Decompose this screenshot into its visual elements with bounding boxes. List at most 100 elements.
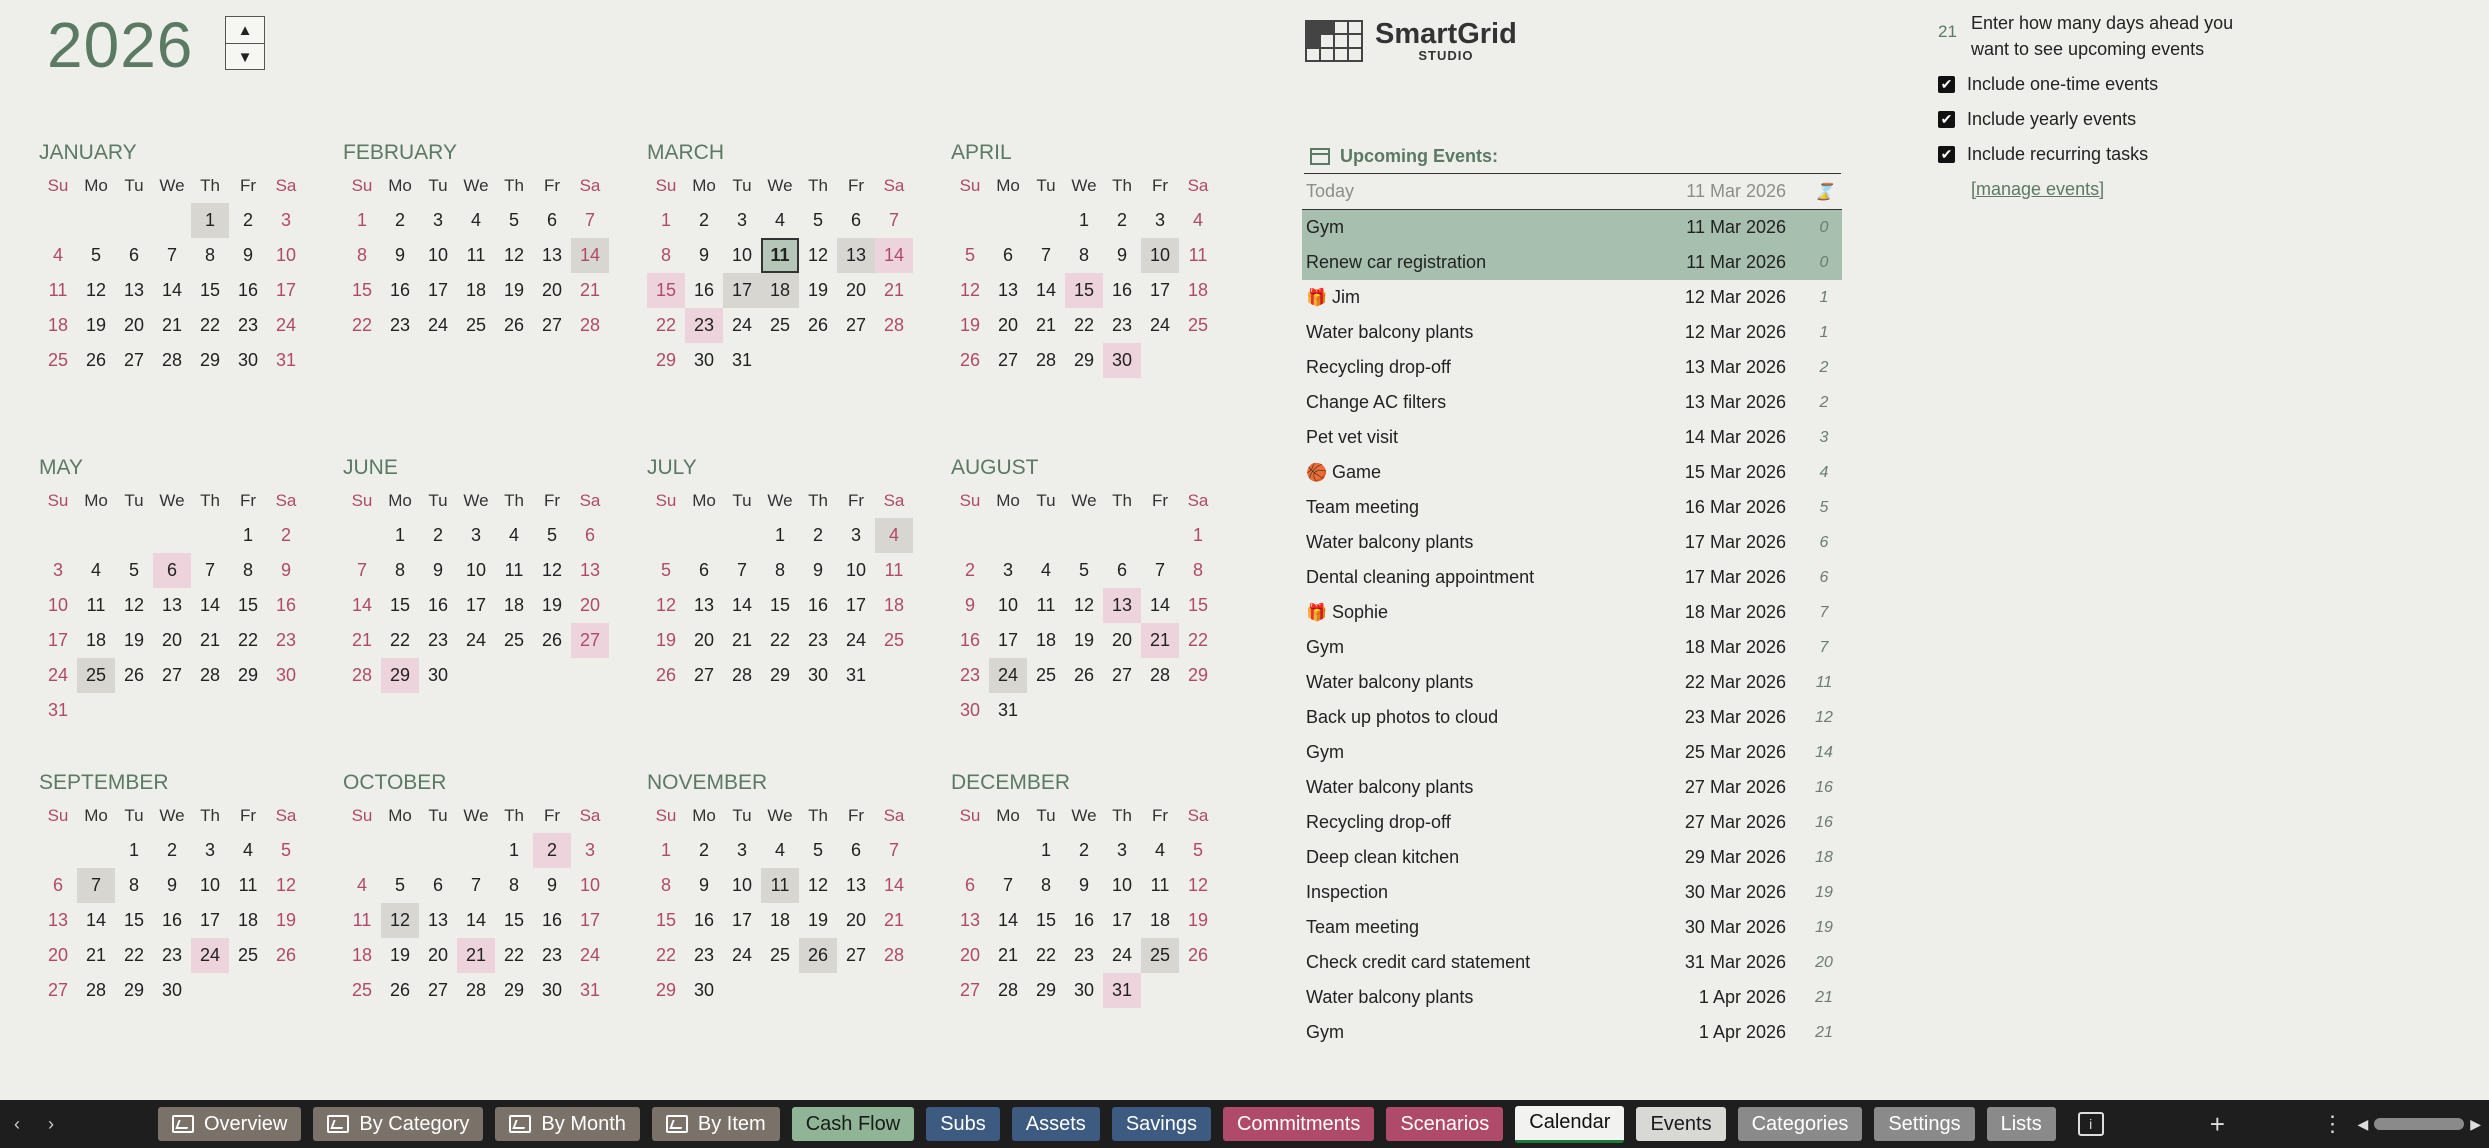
- day-cell[interactable]: 27: [153, 658, 191, 693]
- day-cell[interactable]: 20: [115, 308, 153, 343]
- event-row[interactable]: Dental cleaning appointment 17 Mar 2026 6: [1302, 560, 1842, 595]
- day-cell[interactable]: 13: [951, 903, 989, 938]
- day-cell[interactable]: 29: [647, 343, 685, 378]
- day-cell[interactable]: 11: [1141, 868, 1179, 903]
- day-cell[interactable]: 16: [951, 623, 989, 658]
- day-cell[interactable]: 9: [419, 553, 457, 588]
- day-cell[interactable]: 18: [229, 903, 267, 938]
- day-cell[interactable]: 22: [1027, 938, 1065, 973]
- event-row[interactable]: Back up photos to cloud 23 Mar 2026 12: [1302, 700, 1842, 735]
- day-cell[interactable]: 28: [77, 973, 115, 1008]
- day-cell[interactable]: 20: [571, 588, 609, 623]
- day-cell[interactable]: 9: [229, 238, 267, 273]
- day-cell[interactable]: 13: [115, 273, 153, 308]
- day-cell[interactable]: 20: [533, 273, 571, 308]
- day-cell[interactable]: 29: [191, 343, 229, 378]
- day-cell[interactable]: 20: [951, 938, 989, 973]
- tab-calendar[interactable]: Calendar: [1515, 1105, 1625, 1143]
- include-one-time-option[interactable]: ✔ Include one-time events: [1938, 74, 2158, 95]
- day-cell[interactable]: 18: [1027, 623, 1065, 658]
- day-cell[interactable]: 8: [229, 553, 267, 588]
- day-cell[interactable]: 25: [343, 973, 381, 1008]
- day-cell[interactable]: 21: [723, 623, 761, 658]
- day-cell[interactable]: 5: [267, 833, 305, 868]
- day-cell[interactable]: 7: [571, 203, 609, 238]
- day-cell[interactable]: 18: [1179, 273, 1217, 308]
- day-cell[interactable]: 5: [647, 553, 685, 588]
- day-cell[interactable]: 10: [571, 868, 609, 903]
- day-cell[interactable]: 27: [533, 308, 571, 343]
- day-cell[interactable]: 21: [1027, 308, 1065, 343]
- event-row[interactable]: Water balcony plants 27 Mar 2026 16: [1302, 770, 1842, 805]
- day-cell[interactable]: 3: [457, 518, 495, 553]
- day-cell[interactable]: 1: [495, 833, 533, 868]
- day-cell[interactable]: 23: [799, 623, 837, 658]
- day-cell[interactable]: 8: [343, 238, 381, 273]
- event-row[interactable]: Gym 25 Mar 2026 14: [1302, 735, 1842, 770]
- day-cell[interactable]: 22: [647, 938, 685, 973]
- day-cell[interactable]: 23: [267, 623, 305, 658]
- day-cell[interactable]: 26: [115, 658, 153, 693]
- day-cell[interactable]: 26: [1179, 938, 1217, 973]
- day-cell[interactable]: 20: [685, 623, 723, 658]
- day-cell[interactable]: 29: [1027, 973, 1065, 1008]
- day-cell[interactable]: 27: [571, 623, 609, 658]
- day-cell[interactable]: 27: [39, 973, 77, 1008]
- day-cell[interactable]: 8: [1065, 238, 1103, 273]
- day-cell[interactable]: 15: [495, 903, 533, 938]
- day-cell[interactable]: 16: [381, 273, 419, 308]
- day-cell[interactable]: 16: [799, 588, 837, 623]
- day-cell[interactable]: 1: [761, 518, 799, 553]
- day-cell[interactable]: 11: [39, 273, 77, 308]
- day-cell[interactable]: 7: [1141, 553, 1179, 588]
- day-cell[interactable]: 8: [191, 238, 229, 273]
- day-cell[interactable]: 15: [647, 273, 685, 308]
- day-cell[interactable]: 20: [39, 938, 77, 973]
- day-cell[interactable]: 19: [647, 623, 685, 658]
- day-cell[interactable]: 8: [647, 238, 685, 273]
- day-cell[interactable]: 9: [381, 238, 419, 273]
- day-cell[interactable]: 6: [39, 868, 77, 903]
- day-cell[interactable]: 25: [875, 623, 913, 658]
- day-cell[interactable]: 1: [647, 833, 685, 868]
- day-cell[interactable]: 2: [799, 518, 837, 553]
- day-cell[interactable]: 30: [685, 343, 723, 378]
- day-cell[interactable]: 17: [191, 903, 229, 938]
- day-cell[interactable]: 29: [1065, 343, 1103, 378]
- day-cell[interactable]: 11: [229, 868, 267, 903]
- day-cell[interactable]: 22: [1065, 308, 1103, 343]
- day-cell[interactable]: 15: [1027, 903, 1065, 938]
- day-cell[interactable]: 20: [989, 308, 1027, 343]
- day-cell[interactable]: 2: [229, 203, 267, 238]
- day-cell[interactable]: 19: [495, 273, 533, 308]
- day-cell[interactable]: 26: [647, 658, 685, 693]
- day-cell[interactable]: 19: [381, 938, 419, 973]
- day-cell[interactable]: 1: [1065, 203, 1103, 238]
- day-cell[interactable]: 7: [77, 868, 115, 903]
- add-sheet-icon[interactable]: +: [2210, 1109, 2225, 1140]
- day-cell[interactable]: 18: [875, 588, 913, 623]
- day-cell[interactable]: 3: [419, 203, 457, 238]
- event-row[interactable]: Change AC filters 13 Mar 2026 2: [1302, 385, 1842, 420]
- day-cell[interactable]: 21: [1141, 623, 1179, 658]
- day-cell[interactable]: 28: [191, 658, 229, 693]
- day-cell[interactable]: 13: [837, 238, 875, 273]
- day-cell[interactable]: 12: [381, 903, 419, 938]
- day-cell[interactable]: 14: [875, 868, 913, 903]
- day-cell[interactable]: 12: [799, 868, 837, 903]
- day-cell[interactable]: 23: [685, 938, 723, 973]
- day-cell[interactable]: 6: [571, 518, 609, 553]
- day-cell[interactable]: 26: [799, 308, 837, 343]
- tab-settings[interactable]: Settings: [1874, 1107, 1975, 1141]
- day-cell[interactable]: 2: [419, 518, 457, 553]
- day-cell[interactable]: 31: [39, 693, 77, 728]
- day-cell[interactable]: 25: [495, 623, 533, 658]
- day-cell[interactable]: 31: [989, 693, 1027, 728]
- day-cell[interactable]: 31: [571, 973, 609, 1008]
- day-cell[interactable]: 7: [723, 553, 761, 588]
- day-cell[interactable]: 6: [685, 553, 723, 588]
- tab-events[interactable]: Events: [1636, 1107, 1726, 1141]
- day-cell[interactable]: 18: [761, 273, 799, 308]
- event-row[interactable]: Gym 18 Mar 2026 7: [1302, 630, 1842, 665]
- day-cell[interactable]: 15: [647, 903, 685, 938]
